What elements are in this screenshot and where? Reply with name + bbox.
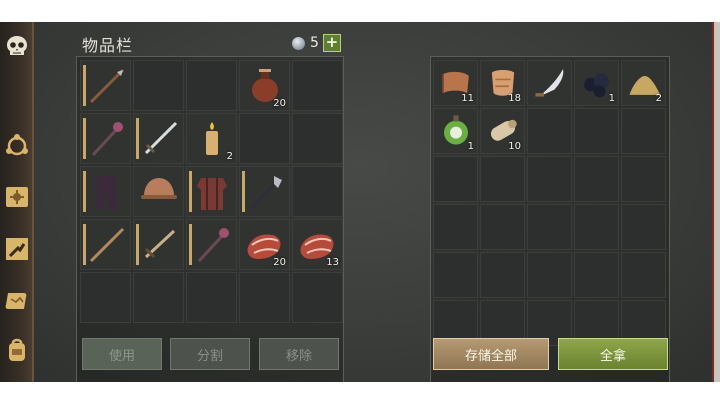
inventory-slot[interactable] [133,219,184,270]
staff-icon [89,227,125,263]
armor-icon [197,178,227,210]
inventory-slot[interactable]: 20 [239,219,290,270]
storage-slot[interactable] [574,108,619,154]
inventory-slot[interactable]: 20 [239,60,290,111]
screen-edge [712,22,720,382]
storage-slot[interactable] [480,204,525,250]
storage-slot[interactable] [574,156,619,202]
scroll-map-icon[interactable] [2,286,32,316]
inventory-slot[interactable] [292,60,343,111]
inventory-slot[interactable] [292,166,343,217]
storage-slot[interactable] [527,60,572,106]
game-screen: 物品栏 5 + 20 2 20 13 11 18 1 2 1 10 使用 分割 移除 存储全部 … [0,22,720,382]
inventory-slot[interactable] [292,113,343,164]
inventory-slot[interactable] [133,113,184,164]
storage-slot[interactable] [574,252,619,298]
halberd-icon [250,176,282,210]
storage-slot[interactable] [527,252,572,298]
inventory-slot[interactable] [80,219,131,270]
storage-slot[interactable]: 2 [621,60,666,106]
storage-slot[interactable] [527,204,572,250]
short-sword-icon [144,229,176,259]
inventory-slot[interactable] [186,219,237,270]
leather-pants-icon [95,176,117,210]
inventory-slot[interactable]: 2 [186,113,237,164]
build-icon[interactable] [2,234,32,264]
storage-slot[interactable] [480,252,525,298]
add-currency-button[interactable]: + [322,34,341,52]
inventory-slot[interactable] [239,272,290,323]
item-count: 10 [508,141,521,152]
storage-slot[interactable]: 1 [574,60,619,106]
item-count: 1 [467,141,474,152]
storage-slot[interactable] [621,156,666,202]
storage-slot[interactable] [433,156,478,202]
page-title: 物品栏 [82,36,134,55]
inventory-slot[interactable] [186,60,237,111]
inventory-slot[interactable] [80,60,131,111]
remove-button[interactable]: 移除 [259,338,339,370]
backpack-icon[interactable] [2,334,32,364]
item-count: 2 [655,93,662,104]
currency-display: 5 + [291,34,341,52]
item-count: 13 [326,257,339,268]
silver-coin-icon [291,35,306,51]
inventory-slot[interactable] [292,272,343,323]
item-count: 1 [608,93,615,104]
inventory-slot[interactable] [239,166,290,217]
currency-count: 5 [310,35,319,51]
storage-slot[interactable] [433,252,478,298]
storage-slot[interactable]: 11 [433,60,478,106]
item-count: 20 [273,98,286,109]
storage-slot[interactable] [480,156,525,202]
sword-icon [144,121,178,155]
skull-icon[interactable] [2,32,32,62]
storage-grid: 11 18 1 2 1 10 [433,60,666,346]
use-button[interactable]: 使用 [82,338,162,370]
sidebar [0,22,34,382]
inventory-slot[interactable] [133,272,184,323]
storage-slot[interactable] [574,204,619,250]
inventory-slot[interactable] [133,60,184,111]
inventory-slot[interactable] [133,166,184,217]
sun-map-icon[interactable] [2,182,32,212]
item-count: 20 [273,257,286,268]
item-count: 11 [461,93,474,104]
storage-slot[interactable] [621,252,666,298]
scimitar-icon [535,69,564,97]
helmet-icon [141,178,177,199]
inventory-slot[interactable]: 13 [292,219,343,270]
store-all-button[interactable]: 存储全部 [433,338,549,370]
spear-icon [89,68,125,104]
mace-icon [197,228,229,263]
take-all-button[interactable]: 全拿 [558,338,668,370]
storage-slot[interactable] [621,108,666,154]
inventory-slot[interactable] [186,166,237,217]
inventory-slot[interactable] [80,113,131,164]
storage-slot[interactable] [621,204,666,250]
inventory-slot[interactable] [80,166,131,217]
inventory-slot[interactable] [80,272,131,323]
mace-icon [91,122,123,157]
storage-slot[interactable] [527,108,572,154]
storage-slot[interactable]: 10 [480,108,525,154]
split-button[interactable]: 分割 [170,338,250,370]
inventory-grid: 20 2 20 13 [80,60,343,323]
inventory-slot[interactable] [186,272,237,323]
item-count: 2 [226,151,233,162]
storage-slot[interactable]: 1 [433,108,478,154]
item-count: 18 [508,93,521,104]
storage-slot[interactable]: 18 [480,60,525,106]
crafting-icon[interactable] [2,130,32,160]
storage-slot[interactable] [527,156,572,202]
inventory-slot[interactable] [239,113,290,164]
storage-slot[interactable] [433,204,478,250]
